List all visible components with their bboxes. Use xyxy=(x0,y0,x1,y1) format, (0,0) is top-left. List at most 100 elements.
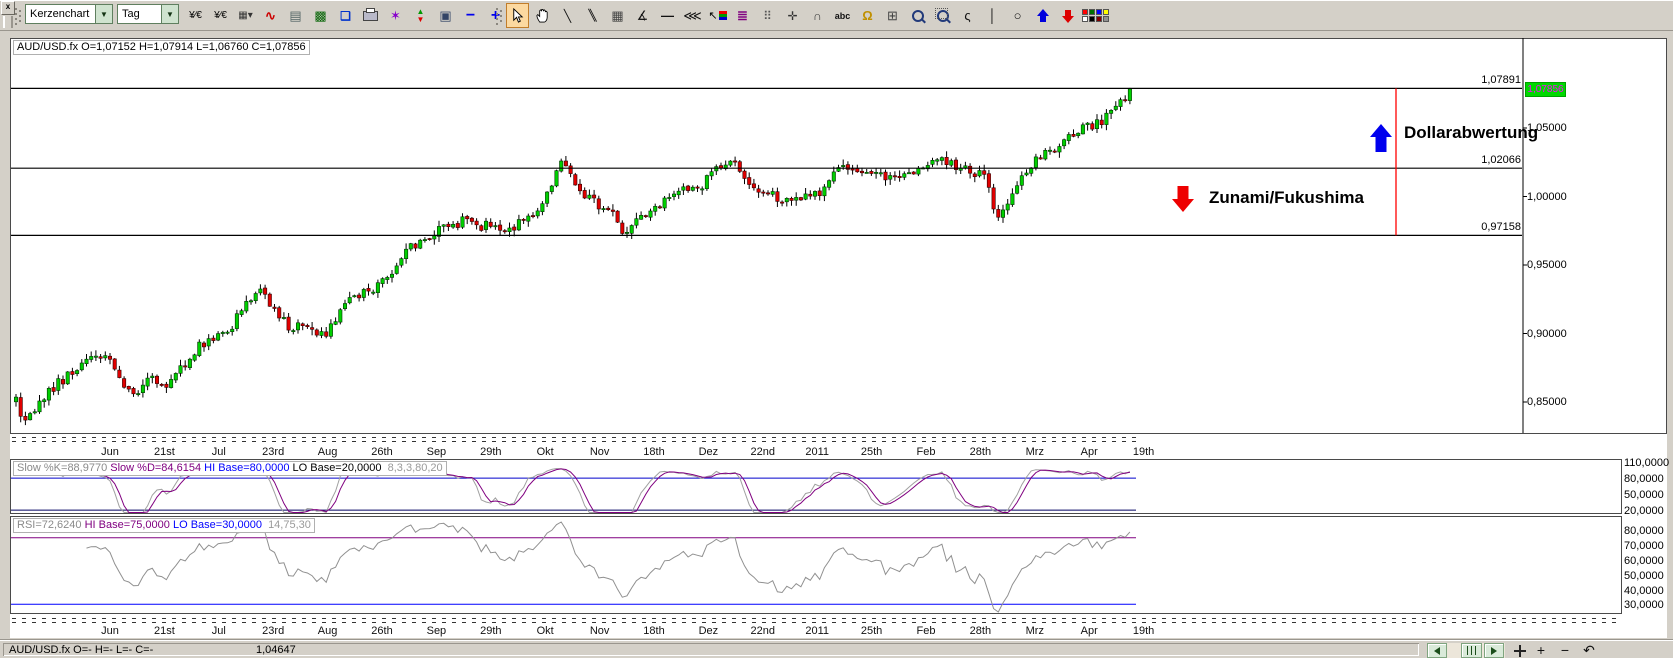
zoom-area-icon[interactable] xyxy=(931,3,954,28)
x-axis-label: 28th xyxy=(969,446,992,458)
x-axis-label: 23rd xyxy=(262,446,285,458)
current-price-tag: 1,07856 xyxy=(1525,82,1566,97)
save-layout-icon[interactable]: ❏ xyxy=(334,3,357,28)
horizontal-line-icon[interactable]: — xyxy=(656,3,679,28)
undo-icon[interactable]: ↶ xyxy=(1580,642,1598,658)
vertical-line-icon[interactable]: │ xyxy=(981,3,1004,28)
scroll-thumb[interactable] xyxy=(1461,643,1482,658)
currency-format-alt-icon[interactable]: ¥⁄€ xyxy=(209,3,232,28)
price-axis-label: 1,00000 xyxy=(1527,190,1567,203)
arrow-down-icon-glyph xyxy=(1061,15,1074,23)
speed-lines-icon[interactable]: ⋘ xyxy=(681,3,704,28)
arrow-down-icon-glyph xyxy=(1061,9,1074,23)
x-axis-ticks-bottom xyxy=(12,618,1622,624)
palette-icon[interactable] xyxy=(1081,3,1110,28)
indicator-icon-glyph: ∿ xyxy=(265,7,276,23)
dot-grid-icon[interactable]: ⠿ xyxy=(756,3,779,28)
chart-type-select[interactable]: Kerzenchart ▼ xyxy=(25,4,113,24)
select-cursor-icon[interactable] xyxy=(506,3,529,28)
parallel-lines-icon[interactable]: ╲╲ xyxy=(581,3,604,28)
zoom-lens-icon[interactable] xyxy=(906,3,929,28)
grip-lines-icon xyxy=(1467,646,1476,655)
scroll-right-button[interactable] xyxy=(1484,643,1504,658)
stochastic-axis-label: 20,0000 xyxy=(1624,505,1664,518)
zoom-in-button[interactable]: + xyxy=(1532,642,1550,658)
x-axis-label: Mrz xyxy=(1025,625,1044,637)
pointer-color-icon-glyph: ↖ xyxy=(708,10,718,22)
toolbar-grip[interactable] xyxy=(496,5,503,25)
pan-cross-icon[interactable] xyxy=(1513,645,1526,658)
chart-screen-icon[interactable]: ▩ xyxy=(309,3,332,28)
print-icon-glyph xyxy=(363,7,378,21)
toolbar-grip[interactable] xyxy=(15,5,22,25)
alert-bell-icon-glyph: Ω xyxy=(862,8,873,23)
draw-star-icon[interactable]: ✶ xyxy=(384,3,407,28)
pointer-color-icon[interactable]: ↖ xyxy=(706,3,729,28)
text-abc-icon[interactable]: abc xyxy=(831,3,854,28)
scroll-left-button[interactable] xyxy=(1427,643,1447,658)
crosshair-icon[interactable]: ✛ xyxy=(781,3,804,28)
zoom-out-button[interactable]: − xyxy=(1556,642,1574,658)
x-axis-label: 2011 xyxy=(805,625,830,637)
x-axis-label: 18th xyxy=(643,625,665,637)
arrow-down-icon-glyph xyxy=(1064,9,1071,16)
freehand-icon[interactable]: ς xyxy=(956,3,979,28)
x-axis-label: Okt xyxy=(536,625,554,637)
x-axis-label: 19th xyxy=(1132,446,1155,458)
arrow-down-icon[interactable] xyxy=(1056,3,1079,28)
x-axis-label: Sep xyxy=(426,446,447,458)
arrow-up-icon-glyph xyxy=(1039,15,1046,22)
stochastic-axis-label: 110,0000 xyxy=(1624,457,1670,470)
x-axis-label: Nov xyxy=(589,446,610,458)
x-axis-label: 21st xyxy=(153,625,175,637)
fan-lines-icon[interactable]: ∡ xyxy=(631,3,654,28)
arrow-up-icon-glyph xyxy=(1036,8,1049,23)
price-axis-label: 0,85000 xyxy=(1527,396,1567,408)
rsi-title-part: HI Base=75,0000 xyxy=(81,519,170,531)
text-style-icon[interactable]: ≣ xyxy=(731,3,754,28)
trading-app-window: x Kerzenchart ▼ Tag ▼ ¥⁄€¥⁄€▦▾∿▤▩❏✶▲▼▣−+… xyxy=(0,0,1673,658)
chevron-down-icon[interactable]: ▼ xyxy=(95,5,112,23)
print-icon[interactable] xyxy=(359,3,382,28)
calculator-icon[interactable]: ⊞ xyxy=(881,3,904,28)
chart-template-icon[interactable]: ▤ xyxy=(284,3,307,28)
updown-signals-icon[interactable]: ▲ ▼ xyxy=(409,3,432,28)
stochastic-axis-label: 50,0000 xyxy=(1624,489,1664,502)
x-axis-label: 18th xyxy=(643,446,665,458)
horizontal-line-icon-glyph: — xyxy=(661,8,674,23)
currency-format-icon[interactable]: ¥⁄€ xyxy=(184,3,207,28)
pan-hand-icon[interactable] xyxy=(531,3,554,28)
fine-grid-icon[interactable]: ▦ xyxy=(606,3,629,28)
x-axis-label: 22nd xyxy=(750,625,776,637)
vertical-line-icon-glyph: │ xyxy=(988,8,997,23)
crosshair-icon-glyph: ✛ xyxy=(787,8,798,23)
stochastic-title-part: HI Base=80,0000 xyxy=(201,462,290,474)
ellipse-icon[interactable]: ○ xyxy=(1006,3,1029,28)
chevron-down-icon[interactable]: ▼ xyxy=(161,5,178,23)
x-axis-label: Dez xyxy=(698,625,719,637)
period-select[interactable]: Tag ▼ xyxy=(117,4,179,24)
arrow-up-icon[interactable] xyxy=(1031,3,1054,28)
x-axis-label: 19th xyxy=(1132,625,1155,637)
status-field: AUD/USD.fx O=- H=- L=- C=- 1,04647 xyxy=(3,643,1419,656)
grid-style-icon[interactable]: ▦▾ xyxy=(234,3,257,28)
chart-type-value: Kerzenchart xyxy=(30,8,90,20)
alert-bell-icon[interactable]: Ω xyxy=(856,3,879,28)
fib-arcs-icon-glyph: ∩ xyxy=(813,8,822,23)
palette-icon-glyph xyxy=(1103,16,1109,22)
level-label: 0,97158 xyxy=(1481,221,1521,234)
status-price-value: 1,04647 xyxy=(256,644,296,656)
ellipse-icon-glyph: ○ xyxy=(1013,8,1022,23)
toolbar-dock-grip[interactable] xyxy=(3,16,13,28)
select-cursor-icon-glyph xyxy=(513,8,524,23)
status-bar: AUD/USD.fx O=- H=- L=- C=- 1,04647 + − ↶ xyxy=(0,640,1673,658)
indicator-icon[interactable]: ∿ xyxy=(259,3,282,28)
fib-arcs-icon[interactable]: ∩ xyxy=(806,3,829,28)
trendline-icon[interactable]: ╲ xyxy=(556,3,579,28)
monitor-icon[interactable]: ▣ xyxy=(434,3,457,28)
palette-icon-glyph xyxy=(1096,9,1102,15)
zoom-out-icon[interactable]: − xyxy=(459,3,482,28)
x-axis-label: 26th xyxy=(371,446,393,458)
close-toolbar-button[interactable]: x xyxy=(1,1,15,15)
stochastic-title-part: 8,3,3,80,20 xyxy=(381,462,443,474)
